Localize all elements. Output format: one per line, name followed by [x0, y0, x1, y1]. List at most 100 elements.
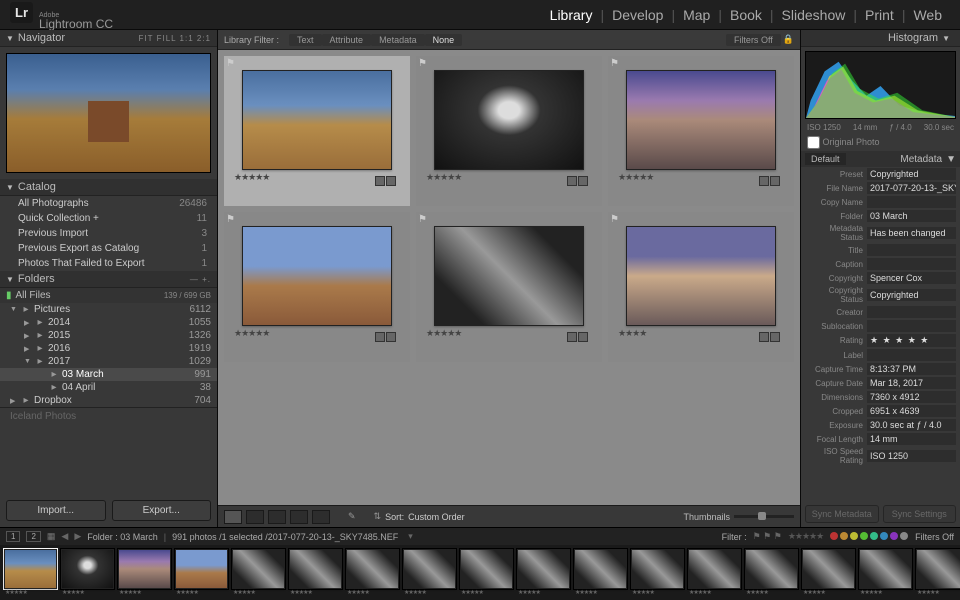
folder-row[interactable]: ▶▸Dropbox704: [0, 394, 217, 407]
rating-stars[interactable]: ★★★★: [618, 328, 646, 339]
meta-val[interactable]: 7360 x 4912: [867, 391, 956, 403]
filter-tab-metadata[interactable]: Metadata: [371, 34, 425, 46]
nav-fwd-icon[interactable]: ▶: [74, 531, 81, 542]
flag-icon[interactable]: ⚑: [226, 58, 236, 68]
badge-icon[interactable]: [386, 176, 396, 186]
survey-view-button[interactable]: [290, 510, 308, 524]
module-map[interactable]: Map: [675, 7, 718, 23]
color-filter[interactable]: [829, 532, 909, 542]
folder-row[interactable]: ▼▸20171029: [0, 355, 217, 368]
flag-icon[interactable]: ⚑: [418, 58, 428, 68]
meta-val[interactable]: 03 March: [867, 210, 956, 222]
thumbnail[interactable]: [242, 70, 392, 170]
meta-val[interactable]: 6951 x 4639: [867, 405, 956, 417]
flag-icon[interactable]: ⚑: [610, 214, 620, 224]
navigator-header[interactable]: ▼ Navigator FIT FILL 1:1 2:1: [0, 30, 217, 47]
badge-icon[interactable]: [770, 176, 780, 186]
thumbnail[interactable]: [242, 226, 392, 326]
filmstrip-thumb[interactable]: ★★★★★: [459, 548, 514, 590]
filmstrip-thumb[interactable]: ★★★★★: [516, 548, 571, 590]
meta-val[interactable]: Spencer Cox: [867, 272, 956, 284]
filmstrip-thumb[interactable]: ★★★★★: [630, 548, 685, 590]
grid-cell[interactable]: ⚑ ★★★★: [608, 212, 794, 362]
thumbnail[interactable]: [434, 70, 584, 170]
meta-val[interactable]: Has been changed: [867, 227, 956, 239]
histogram-display[interactable]: [805, 51, 956, 119]
folders-header[interactable]: ▼ Folders — +.: [0, 271, 217, 288]
filmstrip-thumb[interactable]: ★★★★★: [687, 548, 742, 590]
thumbnail-size-slider[interactable]: [734, 515, 794, 518]
filmstrip-thumb[interactable]: ★★★★★: [231, 548, 286, 590]
collection-dim[interactable]: Iceland Photos: [0, 407, 217, 425]
filmstrip-thumb[interactable]: ★★★★★: [858, 548, 913, 590]
meta-val[interactable]: [867, 320, 956, 332]
thumbnail[interactable]: [626, 70, 776, 170]
meta-val[interactable]: 30.0 sec at ƒ / 4.0: [867, 419, 956, 431]
meta-val[interactable]: 8:13:37 PM: [867, 363, 956, 375]
sort-direction-icon[interactable]: ⇅: [374, 511, 382, 522]
filter-tab-text[interactable]: Text: [289, 34, 322, 46]
filmstrip-thumb[interactable]: ★★★★★: [288, 548, 343, 590]
grid-cell[interactable]: ⚑ ★★★★★: [224, 56, 410, 206]
meta-val[interactable]: ★ ★ ★ ★ ★: [867, 334, 956, 347]
filmstrip-thumb[interactable]: ★★★★★: [60, 548, 115, 590]
catalog-item[interactable]: Photos That Failed to Export1: [0, 256, 217, 271]
lock-icon[interactable]: 🔒: [783, 34, 794, 45]
navigator-preview[interactable]: [6, 53, 211, 173]
filmstrip-thumb[interactable]: ★★★★★: [117, 548, 172, 590]
badge-icon[interactable]: [567, 176, 577, 186]
histogram-header[interactable]: Histogram ▼: [801, 30, 960, 47]
folders-add-icon[interactable]: — +.: [190, 275, 211, 284]
module-library[interactable]: Library: [542, 7, 601, 23]
grid-cell[interactable]: ⚑★★★★★: [608, 56, 794, 206]
navigator-zoom-opts[interactable]: FIT FILL 1:1 2:1: [139, 34, 211, 43]
meta-val[interactable]: [867, 306, 956, 318]
filmstrip-thumb[interactable]: ★★★★★: [3, 548, 58, 590]
meta-val[interactable]: [867, 258, 956, 270]
filmstrip-thumb[interactable]: ★★★★★: [744, 548, 799, 590]
filmstrip-thumb[interactable]: ★★★★★: [174, 548, 229, 590]
filters-off[interactable]: Filters Off: [726, 34, 781, 46]
volume-row[interactable]: ▮ All Files 139 / 699 GB: [0, 288, 217, 303]
catalog-item[interactable]: All Photographs26486: [0, 196, 217, 211]
catalog-item[interactable]: Quick Collection +11: [0, 211, 217, 226]
meta-val[interactable]: Copyrighted: [867, 168, 956, 180]
loupe-view-button[interactable]: [246, 510, 264, 524]
filters-off-status[interactable]: Filters Off: [915, 532, 954, 542]
original-photo-checkbox[interactable]: [807, 136, 820, 149]
thumbnail[interactable]: [434, 226, 584, 326]
meta-val[interactable]: Copyrighted: [867, 289, 956, 301]
badge-icon[interactable]: [759, 332, 769, 342]
catalog-item[interactable]: Previous Import3: [0, 226, 217, 241]
import-button[interactable]: Import...: [6, 500, 106, 521]
badge-icon[interactable]: [578, 176, 588, 186]
flag-icon[interactable]: ⚑: [226, 214, 236, 224]
filter-tab-attribute[interactable]: Attribute: [322, 34, 372, 46]
metadata-preset-default[interactable]: Default: [805, 153, 846, 165]
rating-filter[interactable]: ★★★★★: [788, 531, 823, 542]
filmstrip-thumb[interactable]: ★★★★★: [345, 548, 400, 590]
original-photo-toggle[interactable]: Original Photo: [801, 134, 960, 151]
sort-value[interactable]: Custom Order: [408, 512, 465, 522]
grid-cell[interactable]: ⚑ ★★★★★: [224, 212, 410, 362]
folder-row[interactable]: ▼▸Pictures6112: [0, 303, 217, 316]
rating-stars[interactable]: ★★★★★: [426, 172, 461, 183]
flag-filter-icon[interactable]: ⚑ ⚑ ⚑: [753, 531, 782, 542]
secondary-display-2[interactable]: 2: [26, 531, 40, 542]
painter-icon[interactable]: ✎: [348, 511, 356, 522]
nav-back-icon[interactable]: ◀: [61, 531, 68, 542]
rating-stars[interactable]: ★★★★★: [234, 172, 269, 183]
badge-icon[interactable]: [386, 332, 396, 342]
people-view-button[interactable]: [312, 510, 330, 524]
rating-stars[interactable]: ★★★★★: [234, 328, 269, 339]
badge-icon[interactable]: [375, 332, 385, 342]
badge-icon[interactable]: [759, 176, 769, 186]
module-book[interactable]: Book: [722, 7, 770, 23]
sync-metadata-button[interactable]: Sync Metadata: [805, 505, 879, 523]
filmstrip-thumb[interactable]: ★★★★★: [573, 548, 628, 590]
metadata-header[interactable]: Default Metadata ▼: [801, 151, 960, 167]
status-crumb[interactable]: Folder : 03 March: [87, 532, 158, 542]
folder-row[interactable]: ▸04 April38: [0, 381, 217, 394]
flag-icon[interactable]: ⚑: [418, 214, 428, 224]
sync-settings-button[interactable]: Sync Settings: [883, 505, 957, 523]
